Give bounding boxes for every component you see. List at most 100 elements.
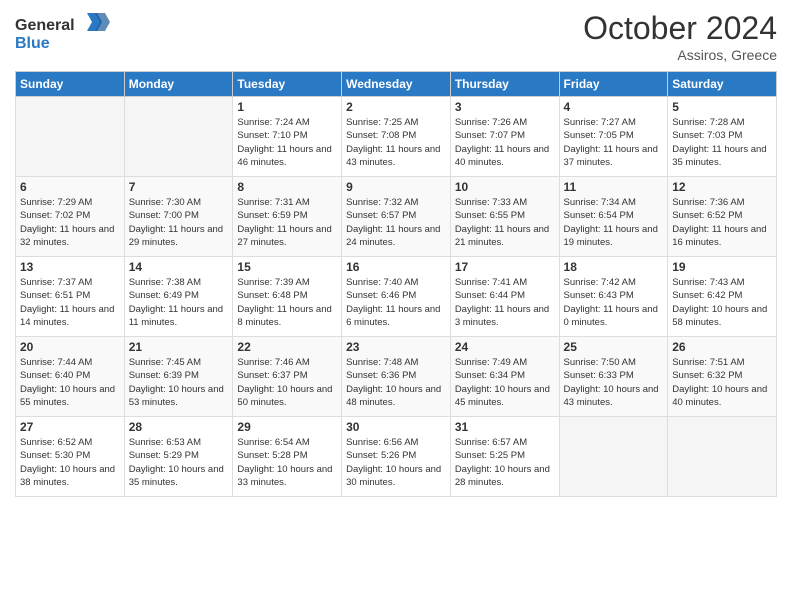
day-info: Sunrise: 7:24 AMSunset: 7:10 PMDaylight:… <box>237 116 337 169</box>
calendar-cell: 13 Sunrise: 7:37 AMSunset: 6:51 PMDayligh… <box>16 257 125 337</box>
svg-text:Blue: Blue <box>15 35 50 52</box>
day-info: Sunrise: 7:29 AMSunset: 7:02 PMDaylight:… <box>20 196 120 249</box>
weekday-header: Saturday <box>668 72 777 97</box>
day-number: 20 <box>20 340 120 354</box>
weekday-header: Tuesday <box>233 72 342 97</box>
calendar-cell: 26 Sunrise: 7:51 AMSunset: 6:32 PMDayligh… <box>668 337 777 417</box>
day-number: 27 <box>20 420 120 434</box>
day-info: Sunrise: 7:43 AMSunset: 6:42 PMDaylight:… <box>672 276 772 329</box>
day-number: 5 <box>672 100 772 114</box>
calendar-cell: 2Sunrise: 7:25 AMSunset: 7:08 PMDaylight… <box>342 97 451 177</box>
calendar-cell: 11 Sunrise: 7:34 AMSunset: 6:54 PMDayligh… <box>559 177 668 257</box>
day-number: 26 <box>672 340 772 354</box>
day-info: Sunrise: 7:38 AMSunset: 6:49 PMDaylight:… <box>129 276 229 329</box>
day-number: 23 <box>346 340 446 354</box>
day-info: Sunrise: 7:41 AMSunset: 6:44 PMDaylight:… <box>455 276 555 329</box>
day-info: Sunrise: 6:57 AMSunset: 5:25 PMDaylight:… <box>455 436 555 489</box>
day-info: Sunrise: 7:48 AMSunset: 6:36 PMDaylight:… <box>346 356 446 409</box>
calendar-cell: 24Sunrise: 7:49 AMSunset: 6:34 PMDayligh… <box>450 337 559 417</box>
logo-svg: General Blue <box>15 10 115 55</box>
calendar-cell: 15Sunrise: 7:39 AMSunset: 6:48 PMDayligh… <box>233 257 342 337</box>
logo: General Blue <box>15 10 115 60</box>
location-subtitle: Assiros, Greece <box>583 47 777 63</box>
header: General Blue October 2024 Assiros, Greec… <box>15 10 777 63</box>
day-info: Sunrise: 7:39 AMSunset: 6:48 PMDaylight:… <box>237 276 337 329</box>
day-number: 31 <box>455 420 555 434</box>
day-number: 13 <box>20 260 120 274</box>
day-number: 18 <box>564 260 664 274</box>
calendar-cell: 19 Sunrise: 7:43 AMSunset: 6:42 PMDayligh… <box>668 257 777 337</box>
calendar-cell: 25 Sunrise: 7:50 AMSunset: 6:33 PMDayligh… <box>559 337 668 417</box>
calendar-cell: 21 Sunrise: 7:45 AMSunset: 6:39 PMDayligh… <box>124 337 233 417</box>
day-number: 28 <box>129 420 229 434</box>
calendar-cell: 6Sunrise: 7:29 AMSunset: 7:02 PMDaylight… <box>16 177 125 257</box>
day-info: Sunrise: 7:28 AMSunset: 7:03 PMDaylight:… <box>672 116 772 169</box>
month-title: October 2024 <box>583 10 777 47</box>
day-info: Sunrise: 7:37 AMSunset: 6:51 PMDaylight:… <box>20 276 120 329</box>
day-number: 9 <box>346 180 446 194</box>
calendar-cell <box>16 97 125 177</box>
day-info: Sunrise: 7:50 AMSunset: 6:33 PMDaylight:… <box>564 356 664 409</box>
weekday-header-row: SundayMondayTuesdayWednesdayThursdayFrid… <box>16 72 777 97</box>
day-info: Sunrise: 7:42 AMSunset: 6:43 PMDaylight:… <box>564 276 664 329</box>
calendar-table: SundayMondayTuesdayWednesdayThursdayFrid… <box>15 71 777 497</box>
day-info: Sunrise: 7:40 AMSunset: 6:46 PMDaylight:… <box>346 276 446 329</box>
calendar-cell <box>559 417 668 497</box>
page-container: General Blue October 2024 Assiros, Greec… <box>0 0 792 507</box>
calendar-cell: 29 Sunrise: 6:54 AMSunset: 5:28 PMDayligh… <box>233 417 342 497</box>
day-number: 11 <box>564 180 664 194</box>
calendar-cell: 12Sunrise: 7:36 AMSunset: 6:52 PMDayligh… <box>668 177 777 257</box>
calendar-cell: 17 Sunrise: 7:41 AMSunset: 6:44 PMDayligh… <box>450 257 559 337</box>
day-info: Sunrise: 7:45 AMSunset: 6:39 PMDaylight:… <box>129 356 229 409</box>
day-info: Sunrise: 7:44 AMSunset: 6:40 PMDaylight:… <box>20 356 120 409</box>
calendar-cell: 4Sunrise: 7:27 AMSunset: 7:05 PMDaylight… <box>559 97 668 177</box>
day-info: Sunrise: 7:31 AMSunset: 6:59 PMDaylight:… <box>237 196 337 249</box>
calendar-cell <box>668 417 777 497</box>
weekday-header: Monday <box>124 72 233 97</box>
calendar-cell: 31 Sunrise: 6:57 AMSunset: 5:25 PMDayligh… <box>450 417 559 497</box>
calendar-week-row: 13 Sunrise: 7:37 AMSunset: 6:51 PMDayligh… <box>16 257 777 337</box>
day-info: Sunrise: 7:33 AMSunset: 6:55 PMDaylight:… <box>455 196 555 249</box>
day-info: Sunrise: 6:52 AMSunset: 5:30 PMDaylight:… <box>20 436 120 489</box>
calendar-cell: 28 Sunrise: 6:53 AMSunset: 5:29 PMDayligh… <box>124 417 233 497</box>
day-info: Sunrise: 7:26 AMSunset: 7:07 PMDaylight:… <box>455 116 555 169</box>
calendar-cell: 20 Sunrise: 7:44 AMSunset: 6:40 PMDayligh… <box>16 337 125 417</box>
calendar-cell: 16Sunrise: 7:40 AMSunset: 6:46 PMDayligh… <box>342 257 451 337</box>
calendar-cell: 7Sunrise: 7:30 AMSunset: 7:00 PMDaylight… <box>124 177 233 257</box>
day-number: 21 <box>129 340 229 354</box>
day-number: 19 <box>672 260 772 274</box>
day-info: Sunrise: 7:30 AMSunset: 7:00 PMDaylight:… <box>129 196 229 249</box>
day-info: Sunrise: 6:54 AMSunset: 5:28 PMDaylight:… <box>237 436 337 489</box>
day-number: 1 <box>237 100 337 114</box>
calendar-week-row: 20 Sunrise: 7:44 AMSunset: 6:40 PMDayligh… <box>16 337 777 417</box>
calendar-week-row: 6Sunrise: 7:29 AMSunset: 7:02 PMDaylight… <box>16 177 777 257</box>
day-info: Sunrise: 7:36 AMSunset: 6:52 PMDaylight:… <box>672 196 772 249</box>
weekday-header: Wednesday <box>342 72 451 97</box>
calendar-cell: 30 Sunrise: 6:56 AMSunset: 5:26 PMDayligh… <box>342 417 451 497</box>
day-number: 17 <box>455 260 555 274</box>
day-info: Sunrise: 7:46 AMSunset: 6:37 PMDaylight:… <box>237 356 337 409</box>
day-info: Sunrise: 7:51 AMSunset: 6:32 PMDaylight:… <box>672 356 772 409</box>
calendar-cell: 18 Sunrise: 7:42 AMSunset: 6:43 PMDayligh… <box>559 257 668 337</box>
day-number: 10 <box>455 180 555 194</box>
day-number: 2 <box>346 100 446 114</box>
weekday-header: Friday <box>559 72 668 97</box>
calendar-cell: 3 Sunrise: 7:26 AMSunset: 7:07 PMDaylight… <box>450 97 559 177</box>
calendar-cell: 5 Sunrise: 7:28 AMSunset: 7:03 PMDaylight… <box>668 97 777 177</box>
calendar-cell: 22Sunrise: 7:46 AMSunset: 6:37 PMDayligh… <box>233 337 342 417</box>
day-number: 24 <box>455 340 555 354</box>
calendar-cell: 27 Sunrise: 6:52 AMSunset: 5:30 PMDayligh… <box>16 417 125 497</box>
weekday-header: Thursday <box>450 72 559 97</box>
calendar-week-row: 27 Sunrise: 6:52 AMSunset: 5:30 PMDayligh… <box>16 417 777 497</box>
day-info: Sunrise: 7:32 AMSunset: 6:57 PMDaylight:… <box>346 196 446 249</box>
day-info: Sunrise: 7:34 AMSunset: 6:54 PMDaylight:… <box>564 196 664 249</box>
day-number: 3 <box>455 100 555 114</box>
day-number: 30 <box>346 420 446 434</box>
day-number: 29 <box>237 420 337 434</box>
day-info: Sunrise: 6:56 AMSunset: 5:26 PMDaylight:… <box>346 436 446 489</box>
day-number: 25 <box>564 340 664 354</box>
day-info: Sunrise: 6:53 AMSunset: 5:29 PMDaylight:… <box>129 436 229 489</box>
calendar-week-row: 1 Sunrise: 7:24 AMSunset: 7:10 PMDaylight… <box>16 97 777 177</box>
svg-text:General: General <box>15 17 75 34</box>
calendar-cell <box>124 97 233 177</box>
